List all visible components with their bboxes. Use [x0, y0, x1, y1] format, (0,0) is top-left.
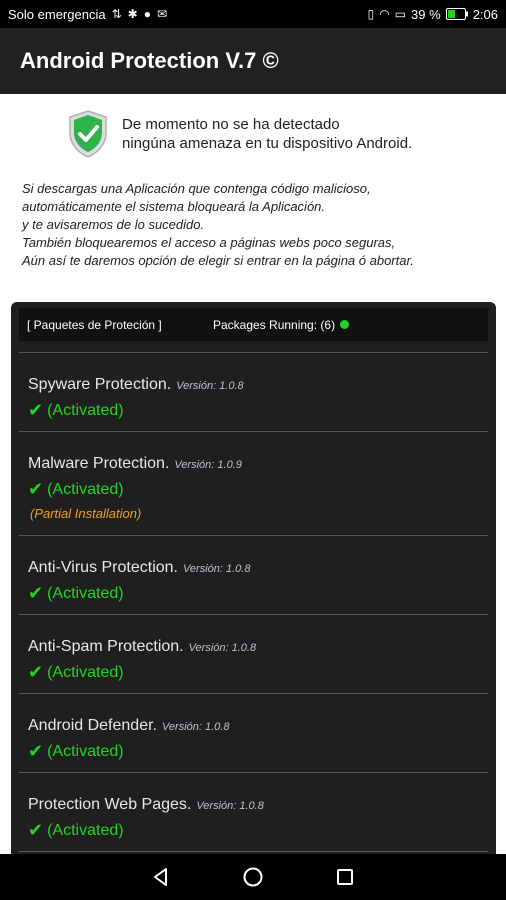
- status-notice: De momento no se ha detectado ningúna am…: [66, 109, 412, 159]
- partial-installation-note: (Partial Installation): [30, 506, 142, 521]
- package-version: Versión: 1.0.8: [161, 721, 230, 733]
- panel-header: [ Paquetes de Proteción ] Packages Runni…: [19, 308, 488, 341]
- package-item-web-pages[interactable]: Protection Web Pages. Versión: 1.0.8 ✔ (Ac…: [19, 773, 488, 852]
- vibrate-icon: ▯: [367, 7, 375, 21]
- info-text: Si descargas una Aplicación que contenga…: [22, 180, 492, 270]
- package-status: ✔ (Activated): [28, 479, 488, 500]
- mail-icon: ✉: [156, 7, 167, 21]
- package-status-label: (Activated): [47, 742, 124, 760]
- info-line: Si descargas una Aplicación que contenga…: [22, 181, 371, 196]
- package-status: ✔ (Activated): [28, 820, 488, 841]
- checkmark-icon: ✔: [28, 741, 44, 761]
- package-status: ✔ (Activated): [28, 400, 488, 421]
- app-bar: Android Protection V.7 ©: [0, 28, 506, 94]
- battery-icon: [445, 8, 468, 20]
- package-item-antispam[interactable]: Anti-Spam Protection. Versión: 1.0.8 ✔ (Ac…: [19, 615, 488, 694]
- status-bar: Solo emergencia ⇅ ✱ ● ✉ ▯ ◠ ▭ 39 % 2:06: [0, 0, 506, 28]
- info-line: También bloquearemos el acceso a páginas…: [22, 235, 396, 250]
- back-icon: [154, 868, 167, 886]
- notice-line-1: De momento no se ha detectado: [122, 116, 340, 133]
- clock: 2:06: [472, 6, 498, 22]
- info-line: automáticamente el sistema bloqueará la …: [22, 199, 326, 214]
- package-version: Versión: 1.0.8: [196, 800, 264, 812]
- protection-packages-panel: [ Paquetes de Proteción ] Packages Runni…: [11, 302, 496, 862]
- package-title: Protection Web Pages.: [28, 796, 192, 813]
- package-status: ✔ (Activated): [28, 662, 488, 683]
- shield-check-icon: [69, 110, 107, 158]
- package-title: Anti-Spam Protection.: [28, 638, 184, 655]
- home-button[interactable]: [241, 865, 265, 889]
- recents-button[interactable]: [333, 865, 357, 889]
- package-status-label: (Activated): [47, 821, 124, 839]
- package-title: Android Defender.: [28, 717, 157, 734]
- battery-percent: 39 %: [411, 6, 441, 22]
- checkmark-icon: ✔: [28, 583, 44, 603]
- package-status: ✔ (Activated): [28, 583, 488, 604]
- info-line: Aún así te daremos opción de elegir si e…: [22, 253, 414, 268]
- package-version: Versión: 1.0.8: [183, 563, 251, 575]
- app-title: Android Protection V.7 ©: [20, 48, 279, 73]
- package-version: Versión: 1.0.8: [176, 380, 244, 392]
- package-status-label: (Activated): [47, 584, 124, 602]
- checkmark-icon: ✔: [28, 662, 44, 682]
- package-status: ✔ (Activated): [28, 741, 488, 762]
- package-version: Versión: 1.0.9: [174, 459, 242, 471]
- packages-label: [ Paquetes de Proteción ]: [27, 317, 162, 332]
- carrier-text: Solo emergencia: [8, 6, 106, 22]
- package-status-label: (Activated): [47, 401, 124, 419]
- package-status-label: (Activated): [47, 663, 124, 681]
- package-item-android-defender[interactable]: Android Defender. Versión: 1.0.8 ✔ (Activa…: [19, 694, 488, 773]
- main-content: De momento no se ha detectado ningúna am…: [0, 94, 506, 862]
- package-title: Malware Protection.: [28, 455, 170, 472]
- info-line: y te avisaremos de lo sucedido.: [22, 217, 205, 232]
- package-title: Anti-Virus Protection.: [28, 559, 178, 576]
- running-indicator-icon: [340, 320, 350, 329]
- package-item-antivirus[interactable]: Anti-Virus Protection. Versión: 1.0.8 ✔ (A…: [19, 536, 488, 615]
- package-status-label: (Activated): [47, 480, 124, 498]
- package-item-malware[interactable]: Malware Protection. Versión: 1.0.9 ✔ (Acti…: [19, 432, 488, 536]
- usb-debug-icon: ✱: [127, 7, 138, 21]
- back-button[interactable]: [149, 865, 173, 889]
- checkmark-icon: ✔: [28, 400, 44, 420]
- checkmark-icon: ✔: [28, 820, 44, 840]
- facebook-icon: ●: [143, 7, 151, 21]
- usb-icon: ⇅: [111, 7, 122, 21]
- packages-running-label: Packages Running: (6): [213, 317, 336, 332]
- recents-icon: [337, 869, 353, 885]
- home-icon: [243, 867, 263, 887]
- checkmark-icon: ✔: [28, 479, 44, 499]
- system-nav-bar: [0, 854, 506, 900]
- packages-running: Packages Running: (6): [213, 317, 350, 332]
- package-title: Spyware Protection.: [28, 376, 172, 393]
- sim-icon: ▭: [394, 7, 407, 21]
- wifi-icon: ◠: [379, 7, 390, 21]
- package-item-spyware[interactable]: Spyware Protection. Versión: 1.0.8 ✔ (Acti…: [19, 353, 488, 432]
- notice-line-2: ningúna amenaza en tu dispositivo Androi…: [122, 135, 413, 152]
- package-version: Versión: 1.0.8: [188, 642, 257, 654]
